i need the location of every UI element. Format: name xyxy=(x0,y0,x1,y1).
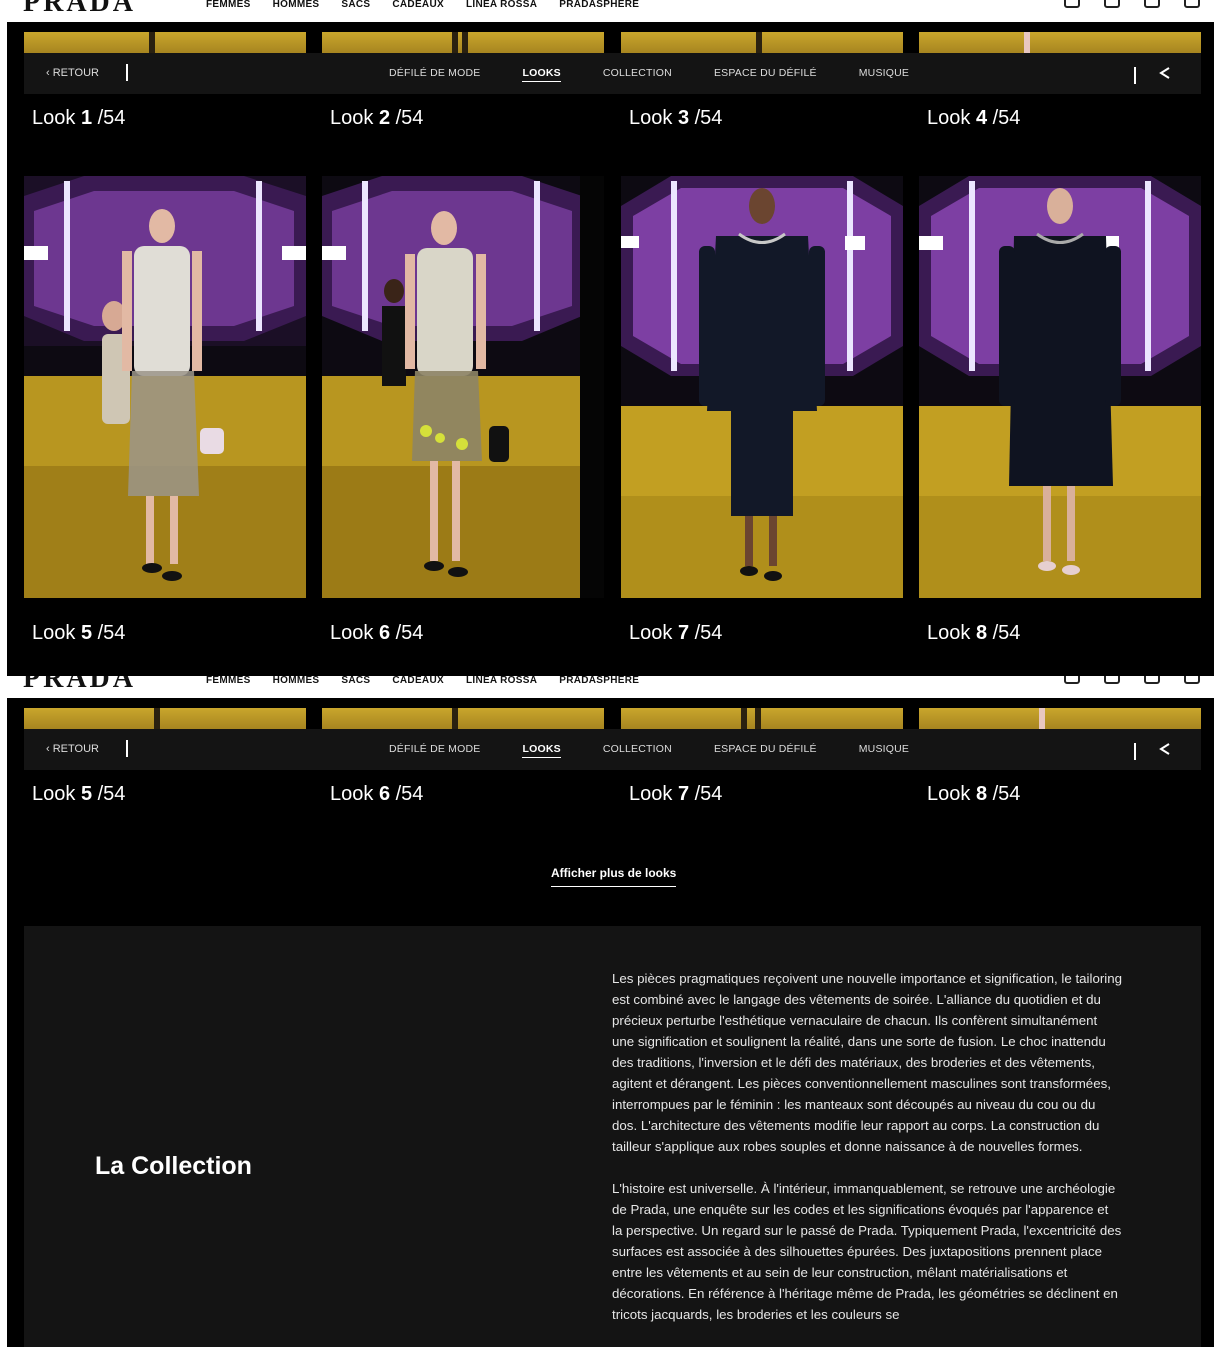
bag-icon[interactable] xyxy=(1144,0,1160,8)
look-label: Look 6 /54 xyxy=(330,783,424,805)
tab-espace-du-defile[interactable]: ESPACE DU DÉFILÉ xyxy=(714,743,817,758)
look-label: Look 1 /54 xyxy=(32,107,126,129)
divider xyxy=(7,698,1214,708)
search-icon[interactable] xyxy=(1184,676,1200,684)
top-navigation: PRADA FEMMES HOMMES SACS CADEAUX LINEA R… xyxy=(7,676,1214,698)
look-7-image[interactable] xyxy=(621,176,903,598)
collection-text: Les pièces pragmatiques reçoivent une no… xyxy=(612,968,1122,1346)
user-icon[interactable] xyxy=(1064,676,1080,684)
look-5-image[interactable] xyxy=(24,176,306,598)
subnav-tabs: DÉFILÉ DE MODE LOOKS COLLECTION ESPACE D… xyxy=(389,743,909,758)
menu-item-sacs[interactable]: SACS xyxy=(341,676,370,687)
menu-item-linea-rossa[interactable]: LINEA ROSSA xyxy=(466,0,537,11)
menu-item-hommes[interactable]: HOMMES xyxy=(273,676,320,687)
tab-musique[interactable]: MUSIQUE xyxy=(859,67,909,82)
look-thumb-strip xyxy=(621,32,903,53)
back-link[interactable]: ‹ RETOUR xyxy=(46,67,99,79)
show-more-looks-button[interactable]: Afficher plus de looks xyxy=(551,866,677,887)
menu-item-sacs[interactable]: SACS xyxy=(341,0,370,11)
search-icon[interactable] xyxy=(1184,0,1200,8)
look-label: Look 5 /54 xyxy=(32,783,126,805)
divider xyxy=(1134,67,1136,84)
collection-section: La Collection Les pièces pragmatiques re… xyxy=(24,926,1201,1347)
subnav-tabs: DÉFILÉ DE MODE LOOKS COLLECTION ESPACE D… xyxy=(389,67,909,82)
look-thumb-strip xyxy=(322,708,604,729)
tab-looks[interactable]: LOOKS xyxy=(522,743,561,758)
share-icon[interactable] xyxy=(1157,65,1173,81)
tab-collection[interactable]: COLLECTION xyxy=(603,743,672,758)
tab-defile-de-mode[interactable]: DÉFILÉ DE MODE xyxy=(389,67,480,82)
menu-item-cadeaux[interactable]: CADEAUX xyxy=(392,0,444,11)
collection-paragraph: Les pièces pragmatiques reçoivent une no… xyxy=(612,971,1123,1154)
screenshot-frame-2: PRADA FEMMES HOMMES SACS CADEAUX LINEA R… xyxy=(7,676,1214,1347)
look-8-image[interactable] xyxy=(919,176,1201,598)
show-subnav: ‹ RETOUR DÉFILÉ DE MODE LOOKS COLLECTION… xyxy=(24,729,1201,770)
main-menu: FEMMES HOMMES SACS CADEAUX LINEA ROSSA P… xyxy=(206,0,639,12)
bag-icon[interactable] xyxy=(1144,676,1160,684)
divider xyxy=(126,740,128,757)
back-link[interactable]: ‹ RETOUR xyxy=(46,743,99,755)
menu-item-linea-rossa[interactable]: LINEA ROSSA xyxy=(466,676,537,687)
heart-icon[interactable] xyxy=(1104,676,1120,684)
look-label: Look 2 /54 xyxy=(330,107,424,129)
tab-musique[interactable]: MUSIQUE xyxy=(859,743,909,758)
look-label: Look 7 /54 xyxy=(629,783,723,805)
main-menu: FEMMES HOMMES SACS CADEAUX LINEA ROSSA P… xyxy=(206,676,639,688)
collection-paragraph: L'histoire est universelle. À l'intérieu… xyxy=(612,1181,1122,1322)
prada-logo[interactable]: PRADA xyxy=(23,676,136,695)
tab-espace-du-defile[interactable]: ESPACE DU DÉFILÉ xyxy=(714,67,817,82)
menu-item-pradasphere[interactable]: PRADASPHERE xyxy=(559,676,639,687)
look-thumb-strip xyxy=(621,708,903,729)
look-thumb-strip xyxy=(919,32,1201,53)
look-label: Look 5 /54 xyxy=(32,622,126,644)
look-thumb-strip xyxy=(24,32,306,53)
look-label: Look 7 /54 xyxy=(629,622,723,644)
look-label: Look 8 /54 xyxy=(927,622,1021,644)
look-label: Look 4 /54 xyxy=(927,107,1021,129)
look-6-image[interactable] xyxy=(322,176,604,598)
header-icons xyxy=(1064,0,1200,8)
look-label: Look 6 /54 xyxy=(330,622,424,644)
menu-item-femmes[interactable]: FEMMES xyxy=(206,0,251,11)
prada-logo[interactable]: PRADA xyxy=(23,0,136,19)
screenshot-frame-1: PRADA FEMMES HOMMES SACS CADEAUX LINEA R… xyxy=(7,0,1214,676)
look-thumb-strip xyxy=(919,708,1201,729)
heart-icon[interactable] xyxy=(1104,0,1120,8)
menu-item-pradasphere[interactable]: PRADASPHERE xyxy=(559,0,639,11)
collection-title: La Collection xyxy=(95,1152,252,1180)
look-thumb-strip xyxy=(322,32,604,53)
look-label: Look 8 /54 xyxy=(927,783,1021,805)
tab-looks[interactable]: LOOKS xyxy=(522,67,561,82)
user-icon[interactable] xyxy=(1064,0,1080,8)
divider xyxy=(1134,743,1136,760)
divider xyxy=(7,22,1214,32)
menu-item-cadeaux[interactable]: CADEAUX xyxy=(392,676,444,687)
look-thumb-strip xyxy=(24,708,306,729)
tab-defile-de-mode[interactable]: DÉFILÉ DE MODE xyxy=(389,743,480,758)
look-label: Look 3 /54 xyxy=(629,107,723,129)
menu-item-hommes[interactable]: HOMMES xyxy=(273,0,320,11)
divider xyxy=(126,64,128,81)
menu-item-femmes[interactable]: FEMMES xyxy=(206,676,251,687)
show-subnav: ‹ RETOUR DÉFILÉ DE MODE LOOKS COLLECTION… xyxy=(24,53,1201,94)
tab-collection[interactable]: COLLECTION xyxy=(603,67,672,82)
header-icons xyxy=(1064,676,1200,684)
share-icon[interactable] xyxy=(1157,741,1173,757)
top-navigation: PRADA FEMMES HOMMES SACS CADEAUX LINEA R… xyxy=(7,0,1214,22)
